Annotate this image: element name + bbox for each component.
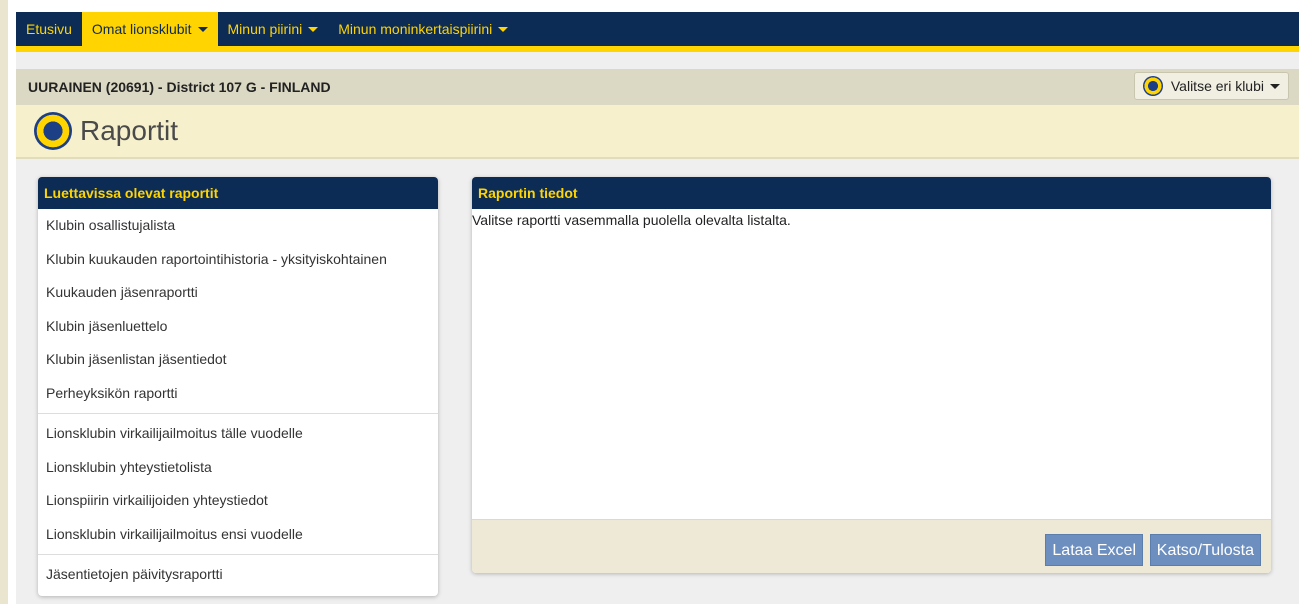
report-details-footer: Lataa Excel Katso/Tulosta bbox=[472, 519, 1271, 573]
list-divider bbox=[38, 554, 438, 555]
report-item[interactable]: Jäsentietojen päivitysraportti bbox=[38, 558, 438, 592]
caret-down-icon bbox=[498, 26, 509, 32]
page-title-band: Raportit bbox=[16, 105, 1299, 159]
nav-item-label: Minun piirini bbox=[227, 21, 303, 37]
lions-logo-icon bbox=[1142, 76, 1163, 96]
report-item[interactable]: Lionsklubin yhteystietolista bbox=[38, 451, 438, 485]
left-rail bbox=[0, 0, 8, 604]
top-navigation: Etusivu Omat lionsklubit Minun piirini M… bbox=[16, 12, 1299, 52]
report-item[interactable]: Kuukauden jäsenraportti bbox=[38, 276, 438, 310]
report-details-header: Raportin tiedot bbox=[472, 177, 1271, 209]
available-reports-header: Luettavissa olevat raportit bbox=[38, 177, 438, 209]
report-details-panel: Raportin tiedot Valitse raportti vasemma… bbox=[472, 177, 1271, 573]
caret-down-icon bbox=[308, 26, 319, 32]
nav-item-label: Etusivu bbox=[26, 21, 72, 37]
report-item[interactable]: Klubin kuukauden raportointihistoria - y… bbox=[38, 243, 438, 277]
report-item[interactable]: Klubin osallistujalista bbox=[38, 209, 438, 243]
nav-item-omat-lionsklubit[interactable]: Omat lionsklubit bbox=[81, 12, 218, 46]
nav-item-minun-moninkertaispiirini[interactable]: Minun moninkertaispiirini bbox=[328, 12, 518, 46]
nav-item-etusivu[interactable]: Etusivu bbox=[16, 12, 82, 46]
page-title: Raportit bbox=[80, 115, 179, 146]
club-title: UURAINEN (20691) - District 107 G - FINL… bbox=[28, 79, 331, 95]
nav-item-minun-piirini[interactable]: Minun piirini bbox=[218, 12, 329, 46]
caret-down-icon bbox=[1270, 83, 1280, 89]
report-list: Klubin osallistujalista Klubin kuukauden… bbox=[38, 209, 438, 592]
club-header-bar: UURAINEN (20691) - District 107 G - FINL… bbox=[16, 69, 1299, 105]
report-item[interactable]: Klubin jäsenlistan jäsentiedot bbox=[38, 343, 438, 377]
nav-item-label: Omat lionsklubit bbox=[91, 21, 192, 37]
report-details-text: Valitse raportti vasemmalla puolella ole… bbox=[472, 212, 791, 228]
lions-logo-icon bbox=[34, 112, 72, 150]
list-divider bbox=[38, 413, 438, 414]
report-item[interactable]: Klubin jäsenluettelo bbox=[38, 310, 438, 344]
page: Etusivu Omat lionsklubit Minun piirini M… bbox=[16, 12, 1299, 604]
view-print-button[interactable]: Katso/Tulosta bbox=[1149, 534, 1261, 566]
available-reports-panel: Luettavissa olevat raportit Klubin osall… bbox=[38, 177, 438, 596]
select-club-button[interactable]: Valitse eri klubi bbox=[1133, 72, 1289, 100]
report-item[interactable]: Lionsklubin virkailijailmoitus tälle vuo… bbox=[38, 417, 438, 451]
caret-down-icon bbox=[197, 26, 208, 32]
report-item[interactable]: Lionsklubin virkailijailmoitus ensi vuod… bbox=[38, 518, 438, 552]
nav-item-label: Minun moninkertaispiirini bbox=[338, 21, 493, 37]
report-item[interactable]: Lionspiirin virkailijoiden yhteystiedot bbox=[38, 484, 438, 518]
select-club-label: Valitse eri klubi bbox=[1170, 78, 1264, 94]
report-item[interactable]: Perheyksikön raportti bbox=[38, 377, 438, 411]
download-excel-button[interactable]: Lataa Excel bbox=[1045, 534, 1143, 566]
